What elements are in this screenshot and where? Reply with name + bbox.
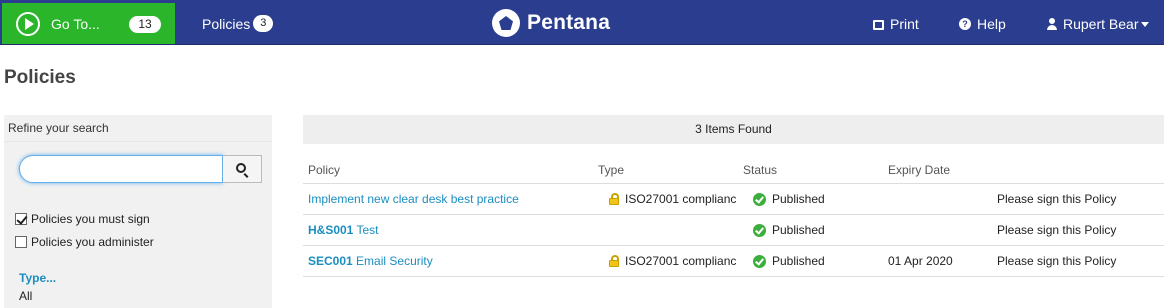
search-button[interactable] — [223, 155, 262, 183]
table-header: Policy Type Status Expiry Date — [303, 155, 1164, 184]
administer-label: Policies you administer — [31, 235, 154, 249]
search-input[interactable] — [19, 155, 223, 183]
policy-name: Implement new clear desk best practice — [308, 192, 519, 206]
policy-status-label: Published — [772, 192, 825, 206]
table-row: SEC001 Email Security ISO27001 complianc… — [303, 246, 1164, 277]
search-icon — [236, 163, 246, 173]
policy-type-label: ISO27001 complianc — [625, 254, 737, 268]
goto-label: Go To... — [51, 15, 100, 32]
lock-icon — [609, 255, 619, 267]
check-circle-icon — [753, 254, 766, 268]
nav-policies-label: Policies — [202, 15, 251, 32]
pentana-logo-icon — [492, 9, 520, 37]
policies-table: Policy Type Status Expiry Date Implement… — [303, 155, 1164, 277]
policy-action: Please sign this Policy — [997, 223, 1117, 237]
policy-type: ISO27001 complianc — [609, 192, 743, 206]
brand-logo-link[interactable]: Pentana — [492, 9, 610, 37]
printer-icon — [873, 20, 884, 30]
table-row: H&S001 Test Published Please sign this P… — [303, 215, 1164, 246]
policy-status-label: Published — [772, 223, 825, 237]
results-count-bar: 3 Items Found — [303, 115, 1164, 144]
table-row: Implement new clear desk best practice I… — [303, 184, 1164, 215]
check-circle-icon — [753, 223, 766, 237]
policy-type-label: ISO27001 complianc — [625, 192, 737, 206]
help-icon: ? — [959, 18, 971, 30]
help-label: Help — [977, 16, 1006, 32]
page-title: Policies — [4, 67, 76, 88]
user-menu[interactable]: Rupert Bear — [1047, 16, 1150, 32]
policy-name: Test — [356, 223, 379, 237]
user-icon — [1047, 18, 1057, 30]
policy-link[interactable]: H&S001 Test — [308, 223, 379, 237]
search-group — [19, 155, 262, 183]
policy-name: Email Security — [356, 254, 433, 268]
column-header-policy[interactable]: Policy — [308, 163, 340, 177]
nav-policies-link[interactable]: Policies 3 — [202, 15, 274, 32]
check-circle-icon — [753, 192, 766, 206]
must-sign-label: Policies you must sign — [31, 212, 150, 226]
filter-administer[interactable]: Policies you administer — [15, 235, 154, 249]
user-name: Rupert Bear — [1063, 16, 1139, 32]
top-navbar: Go To... 13 Policies 3 Pentana Print ? H… — [0, 0, 1164, 45]
play-circle-icon — [16, 11, 40, 36]
policy-status: Published — [753, 254, 825, 268]
goto-count-badge: 13 — [129, 16, 161, 33]
must-sign-checkbox[interactable] — [15, 213, 27, 225]
column-header-type[interactable]: Type — [598, 163, 624, 177]
caret-down-icon — [1141, 21, 1150, 27]
brand-name: Pentana — [527, 11, 611, 34]
policy-code: H&S001 — [308, 223, 354, 237]
policy-code: SEC001 — [308, 254, 353, 268]
policy-action: Please sign this Policy — [997, 192, 1117, 206]
policy-status: Published — [753, 192, 825, 206]
lock-icon — [609, 193, 619, 205]
print-button[interactable]: Print — [873, 16, 919, 32]
policy-expiry: 01 Apr 2020 — [888, 254, 953, 268]
refine-search-heading: Refine your search — [4, 115, 272, 142]
policy-action: Please sign this Policy — [997, 254, 1117, 268]
column-header-status[interactable]: Status — [743, 163, 777, 177]
type-facet-link[interactable]: Type... — [19, 271, 56, 285]
policy-link[interactable]: SEC001 Email Security — [308, 254, 433, 268]
policies-count-badge: 3 — [253, 15, 274, 32]
filter-must-sign[interactable]: Policies you must sign — [15, 212, 150, 226]
print-label: Print — [890, 16, 919, 32]
policy-link[interactable]: Implement new clear desk best practice — [308, 192, 519, 206]
help-button[interactable]: ? Help — [959, 16, 1006, 32]
type-facet-value: All — [19, 289, 33, 303]
policy-status-label: Published — [772, 254, 825, 268]
refine-search-panel: Refine your search Policies you must sig… — [4, 115, 272, 308]
administer-checkbox[interactable] — [15, 236, 27, 248]
column-header-expiry-date[interactable]: Expiry Date — [888, 163, 950, 177]
policy-type: ISO27001 complianc — [609, 254, 743, 268]
goto-button[interactable]: Go To... 13 — [2, 3, 175, 44]
policy-status: Published — [753, 223, 825, 237]
